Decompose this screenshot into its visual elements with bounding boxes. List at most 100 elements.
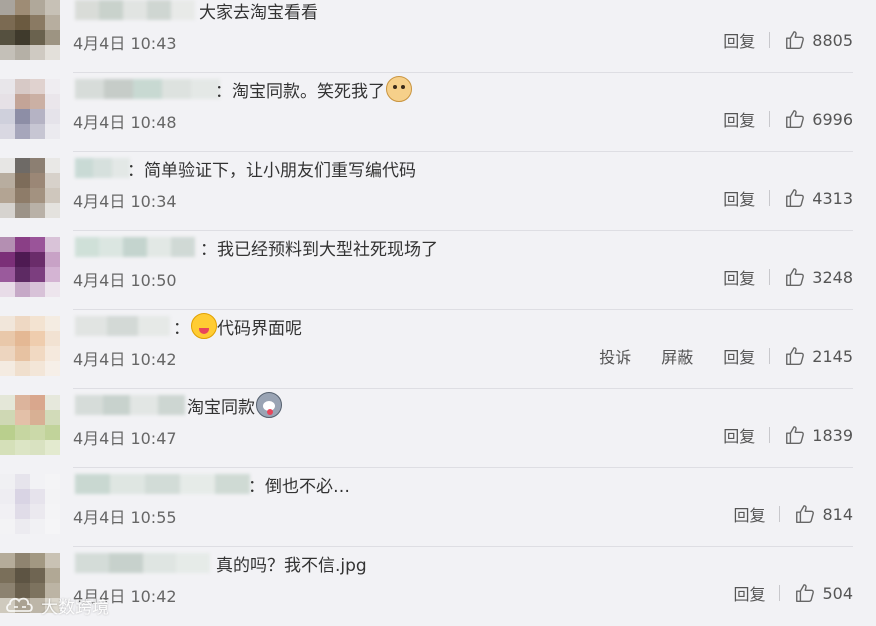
- comment-text-line: ：倒也不必…: [248, 471, 350, 497]
- comment-actions: 回复 4313: [693, 185, 853, 211]
- comment-text-line: ：淘宝同款。笑死我了: [215, 76, 412, 102]
- like-count: 8805: [812, 30, 853, 50]
- thumbs-up-icon: [796, 505, 815, 523]
- thumbs-up-icon: [786, 426, 805, 444]
- avatar[interactable]: [0, 158, 60, 218]
- like-button[interactable]: 8805: [784, 29, 853, 51]
- action-divider: [769, 348, 771, 364]
- comment-time: 4月4日 10:43: [73, 34, 177, 53]
- block-button[interactable]: 屏蔽: [661, 344, 693, 368]
- avatar[interactable]: [0, 237, 60, 297]
- comment-text: 真的吗？我不信.jpg: [216, 555, 367, 576]
- like-button[interactable]: 2145: [784, 345, 853, 367]
- reply-button[interactable]: 回复: [723, 344, 755, 368]
- avatar[interactable]: [0, 316, 60, 376]
- comment-actions: 回复 6996: [693, 106, 853, 132]
- username-blurred[interactable]: [75, 158, 130, 178]
- avatar[interactable]: [0, 79, 60, 139]
- reply-button[interactable]: 回复: [723, 107, 755, 131]
- like-button[interactable]: 504: [794, 582, 853, 604]
- action-divider: [779, 585, 781, 601]
- like-count: 3248: [812, 267, 853, 287]
- reply-button[interactable]: 回复: [723, 423, 755, 447]
- comment-item: ：淘宝同款。笑死我了 4月4日 10:48 回复 6996: [0, 73, 876, 152]
- comment-actions: 回复 504: [703, 580, 853, 606]
- comment-time: 4月4日 10:47: [73, 429, 177, 448]
- thumbs-up-icon: [786, 31, 805, 49]
- comment-colon: ：: [173, 318, 190, 339]
- thumbs-up-icon: [786, 189, 805, 207]
- comment-item: 大家去淘宝看看 4月4日 10:43 回复 8805: [0, 0, 876, 73]
- action-divider: [769, 427, 771, 443]
- doge-emoji: [386, 76, 412, 102]
- husky-emoji: [256, 392, 282, 418]
- comment-text-line: ：我已经预料到大型社死现场了: [200, 234, 438, 260]
- comment-item: ：我已经预料到大型社死现场了 4月4日 10:50 回复 3248: [0, 231, 876, 310]
- thumbs-up-icon: [796, 584, 815, 602]
- cloud-logo-icon: [6, 597, 33, 612]
- report-button[interactable]: 投诉: [599, 344, 631, 368]
- like-button[interactable]: 6996: [784, 108, 853, 130]
- comment-actions: 回复 814: [703, 501, 853, 527]
- comment-time: 4月4日 10:50: [73, 271, 177, 290]
- comment-text-line: 真的吗？我不信.jpg: [216, 550, 367, 576]
- like-count: 4313: [812, 188, 853, 208]
- like-count: 2145: [812, 346, 853, 366]
- reply-button[interactable]: 回复: [733, 502, 765, 526]
- action-divider: [779, 506, 781, 522]
- reply-button[interactable]: 回复: [723, 186, 755, 210]
- comment-item: 淘宝同款 4月4日 10:47 回复 1839: [0, 389, 876, 468]
- thumbs-up-icon: [786, 110, 805, 128]
- comment-item: ： 代码界面呢 4月4日 10:42 投诉 屏蔽 回复 2145: [0, 310, 876, 389]
- username-blurred[interactable]: [75, 237, 195, 257]
- action-divider: [769, 111, 771, 127]
- comment-text: ：我已经预料到大型社死现场了: [200, 239, 438, 260]
- comment-text-line: 淘宝同款: [187, 392, 282, 418]
- reply-button[interactable]: 回复: [723, 28, 755, 52]
- comment-item: ：简单验证下，让小朋友们重写编代码 4月4日 10:34 回复 4313: [0, 152, 876, 231]
- action-divider: [769, 269, 771, 285]
- thumbs-up-icon: [786, 268, 805, 286]
- comment-text: ：淘宝同款。笑死我了: [215, 81, 385, 102]
- username-blurred[interactable]: [75, 316, 170, 336]
- like-button[interactable]: 1839: [784, 424, 853, 446]
- avatar[interactable]: [0, 0, 60, 60]
- comment-time: 4月4日 10:55: [73, 508, 177, 527]
- comment-actions: 回复 8805: [693, 27, 853, 53]
- reply-button[interactable]: 回复: [733, 581, 765, 605]
- comment-actions: 投诉 屏蔽 回复 2145: [569, 343, 853, 369]
- comment-text-line: ： 代码界面呢: [173, 313, 302, 339]
- comment-text: 淘宝同款: [187, 397, 255, 418]
- avatar[interactable]: [0, 395, 60, 455]
- comment-time: 4月4日 10:42: [73, 350, 177, 369]
- comment-text-line: 大家去淘宝看看: [199, 0, 318, 23]
- avatar[interactable]: [0, 474, 60, 534]
- watermark: 大数跨境: [4, 592, 109, 618]
- username-blurred[interactable]: [75, 553, 210, 573]
- action-divider: [769, 190, 771, 206]
- comment-text: ：简单验证下，让小朋友们重写编代码: [127, 160, 416, 181]
- action-divider: [769, 32, 771, 48]
- comment-time: 4月4日 10:48: [73, 113, 177, 132]
- reply-button[interactable]: 回复: [723, 265, 755, 289]
- like-count: 6996: [812, 109, 853, 129]
- comment-time: 4月4日 10:34: [73, 192, 177, 211]
- like-button[interactable]: 3248: [784, 266, 853, 288]
- comment-item: 真的吗？我不信.jpg 4月4日 10:42 回复 504: [0, 547, 876, 626]
- watermark-text: 大数跨境: [41, 597, 109, 618]
- comment-item: ：倒也不必… 4月4日 10:55 回复 814: [0, 468, 876, 547]
- username-blurred[interactable]: [75, 0, 195, 20]
- yum-emoji: [191, 313, 217, 339]
- like-count: 1839: [812, 425, 853, 445]
- like-button[interactable]: 4313: [784, 187, 853, 209]
- comment-text-line: ：简单验证下，让小朋友们重写编代码: [127, 155, 416, 181]
- comment-text: ：倒也不必…: [248, 476, 350, 497]
- username-blurred[interactable]: [75, 79, 220, 99]
- like-count: 814: [822, 504, 853, 524]
- comment-actions: 回复 1839: [693, 422, 853, 448]
- username-blurred[interactable]: [75, 395, 185, 415]
- like-button[interactable]: 814: [794, 503, 853, 525]
- like-count: 504: [822, 583, 853, 603]
- comment-text: 大家去淘宝看看: [199, 2, 318, 23]
- username-blurred[interactable]: [75, 474, 250, 494]
